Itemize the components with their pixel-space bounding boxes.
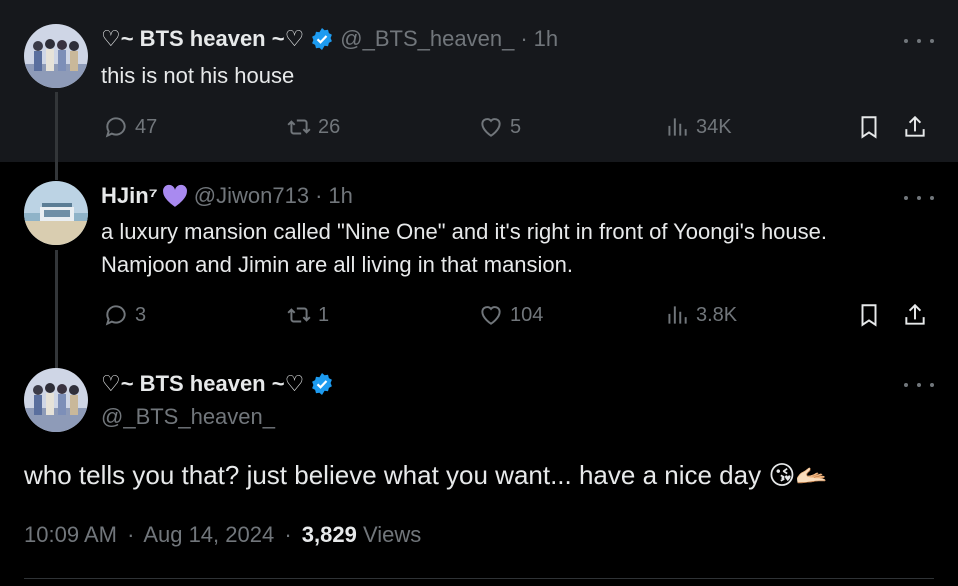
reply-icon	[105, 117, 126, 138]
share-button[interactable]	[902, 114, 928, 140]
tweet-meta: 10:09 AM · Aug 14, 2024 · 3,829 Views	[24, 522, 421, 548]
like-button[interactable]: 104	[478, 302, 543, 328]
separator: ·	[284, 522, 292, 547]
views-count: 3.8K	[696, 303, 738, 326]
retweet-count: 1	[318, 303, 330, 326]
author-name[interactable]: HJin⁷	[101, 183, 158, 209]
bookmark-button[interactable]	[856, 302, 882, 328]
thread-line	[55, 92, 58, 164]
author-handle[interactable]: @_BTS_heaven_	[101, 404, 275, 430]
author-name[interactable]: ♡~ BTS heaven ~♡	[101, 371, 304, 397]
like-count: 5	[510, 115, 522, 138]
avatar[interactable]	[24, 181, 88, 245]
views-count: 3,829	[301, 522, 357, 547]
thread-line	[55, 164, 58, 180]
verified-icon	[310, 27, 334, 51]
tweet-text-line-1: a luxury mansion called "Nine One" and i…	[101, 219, 827, 244]
tweet-date[interactable]: Aug 14, 2024	[143, 522, 274, 547]
reply-button[interactable]: 47	[103, 114, 157, 140]
more-icon[interactable]	[904, 380, 934, 390]
share-button[interactable]	[902, 302, 928, 328]
separator: ·	[315, 183, 323, 208]
tweet-text-line-2: Namjoon and Jimin are all living in that…	[101, 252, 574, 277]
tweet-1[interactable]: ♡~ BTS heaven ~♡ @_BTS_heaven_ · 1h this…	[0, 0, 958, 162]
more-icon[interactable]	[904, 193, 934, 203]
views-button[interactable]: 34K	[664, 114, 732, 140]
reply-icon	[105, 305, 126, 326]
retweet-icon	[287, 119, 311, 135]
views-count: 34K	[696, 115, 732, 138]
separator: ·	[520, 26, 528, 51]
like-count: 104	[510, 303, 544, 326]
timestamp[interactable]: 1h	[534, 26, 558, 52]
retweet-count: 26	[318, 115, 341, 138]
avatar[interactable]	[24, 368, 88, 432]
share-icon	[905, 115, 925, 137]
tweet-text: who tells you that? just believe what yo…	[24, 460, 828, 490]
retweet-button[interactable]: 26	[286, 114, 340, 140]
separator: ·	[127, 522, 135, 547]
views-label: Views	[362, 522, 422, 547]
tweet-time[interactable]: 10:09 AM	[24, 522, 117, 547]
reply-count: 47	[135, 115, 158, 138]
timestamp[interactable]: 1h	[328, 183, 352, 209]
purple-heart-icon	[162, 184, 188, 208]
author-handle[interactable]: @_BTS_heaven_	[340, 26, 514, 52]
retweet-button[interactable]: 1	[286, 302, 329, 328]
tweet-text: a luxury mansion called "Nine One" and i…	[101, 215, 827, 281]
like-icon	[481, 306, 501, 325]
views-icon	[668, 306, 687, 324]
divider	[24, 578, 934, 579]
bookmark-icon	[861, 116, 877, 139]
avatar[interactable]	[24, 24, 88, 88]
more-icon[interactable]	[904, 36, 934, 46]
retweet-icon	[287, 307, 311, 323]
bookmark-button[interactable]	[856, 114, 882, 140]
bookmark-icon	[861, 304, 877, 327]
author-handle[interactable]: @Jiwon713	[194, 183, 309, 209]
tweet-text: this is not his house	[101, 63, 295, 88]
thread-line	[55, 250, 58, 370]
verified-icon	[310, 372, 334, 396]
share-icon	[905, 303, 925, 325]
views-icon	[668, 118, 687, 136]
author-name[interactable]: ♡~ BTS heaven ~♡	[101, 26, 304, 52]
reply-button[interactable]: 3	[103, 302, 146, 328]
like-icon	[481, 118, 501, 137]
reply-count: 3	[135, 303, 147, 326]
like-button[interactable]: 5	[478, 114, 521, 140]
views-button[interactable]: 3.8K	[664, 302, 737, 328]
